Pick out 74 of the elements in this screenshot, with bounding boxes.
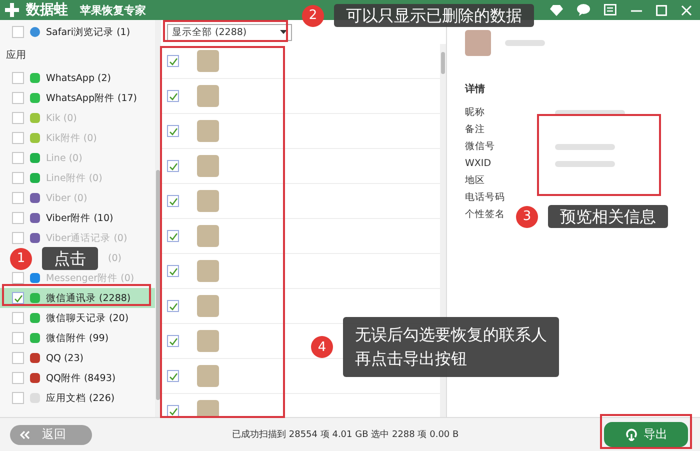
checkbox[interactable] <box>12 372 24 384</box>
checkbox[interactable] <box>167 370 179 382</box>
callout-tooltip: 可以只显示已删除的数据 <box>334 4 534 28</box>
field-label: WXID <box>465 158 492 169</box>
photo-placeholder <box>197 120 219 142</box>
dropdown-caret-icon <box>280 30 287 34</box>
filter-dropdown[interactable]: 显示全部 (2288) <box>167 24 292 40</box>
callout-tooltip: 预览相关信息 <box>548 205 668 228</box>
field-label: 微信号 <box>465 140 495 153</box>
photo-placeholder <box>465 30 491 56</box>
photo-placeholder <box>197 155 219 177</box>
callout-tooltip: 无误后勾选要恢复的联系人 再点击导出按钮 <box>343 317 559 377</box>
section-heading: 应用 <box>5 48 27 63</box>
sidebar-item[interactable]: Viber附件 (10) <box>0 208 155 228</box>
checkbox[interactable] <box>12 26 24 38</box>
photo-placeholder <box>197 260 219 282</box>
list-icon[interactable] <box>604 4 617 16</box>
chat-icon[interactable] <box>577 4 590 16</box>
photo-placeholder <box>197 85 219 107</box>
sidebar-item[interactable]: QQ附件 (8493) <box>0 368 155 388</box>
sidebar-item[interactable]: 微信聊天记录 (20) <box>0 308 155 328</box>
photo-placeholder <box>197 365 219 387</box>
diamond-icon[interactable] <box>550 4 563 16</box>
sidebar-item[interactable]: QQ (23) <box>0 348 155 368</box>
sidebar-item[interactable]: 应用文档 (226) <box>0 388 155 408</box>
photo-placeholder <box>197 330 219 352</box>
photo-placeholder <box>197 225 219 247</box>
checkbox[interactable] <box>167 195 179 207</box>
checkbox[interactable] <box>12 92 24 104</box>
export-icon <box>624 428 638 441</box>
checkbox[interactable] <box>12 332 24 344</box>
step-number-badge: 3 <box>516 206 538 228</box>
callout-tooltip: 点击 <box>42 247 98 270</box>
checkbox[interactable] <box>12 312 24 324</box>
scan-summary: 已成功扫描到 28554 项 4.01 GB 选中 2288 项 0.00 B <box>232 428 459 441</box>
checkbox[interactable] <box>12 292 24 304</box>
checkbox[interactable] <box>167 160 179 172</box>
sidebar-item[interactable]: WhatsApp (2) <box>0 68 155 88</box>
checkbox[interactable] <box>12 392 24 404</box>
double-chevron-left-icon <box>20 430 30 438</box>
checkbox[interactable] <box>167 230 179 242</box>
sidebar-item[interactable]: WhatsApp附件 (17) <box>0 88 155 108</box>
plus-logo-icon <box>4 2 20 18</box>
checkbox[interactable] <box>167 90 179 102</box>
checkbox[interactable] <box>167 265 179 277</box>
brand-name: 数据蛙 <box>26 1 68 19</box>
field-label: 地区 <box>465 174 485 187</box>
checkbox[interactable] <box>12 72 24 84</box>
photo-placeholder <box>197 295 219 317</box>
checkbox[interactable] <box>167 300 179 312</box>
checkbox[interactable] <box>12 212 24 224</box>
sidebar-item[interactable]: Safari浏览记录 (1) <box>0 22 155 42</box>
maximize-icon[interactable] <box>656 4 667 16</box>
field-label: 电话号码 <box>465 191 505 204</box>
checkbox[interactable] <box>167 55 179 67</box>
checkbox[interactable] <box>167 405 179 417</box>
window-title: 苹果恢复专家 <box>80 2 146 18</box>
checkbox[interactable] <box>167 335 179 347</box>
field-label: 备注 <box>465 123 485 136</box>
checkbox[interactable] <box>12 352 24 364</box>
blurred-text <box>505 40 545 46</box>
field-label: 昵称 <box>465 106 485 119</box>
export-button[interactable]: 导出 <box>604 422 688 447</box>
details-heading: 详情 <box>465 82 486 96</box>
close-icon[interactable] <box>681 4 692 16</box>
blurred-text <box>555 144 615 150</box>
photo-placeholder <box>197 400 219 417</box>
checkbox[interactable] <box>167 125 179 137</box>
sidebar-item[interactable]: 微信附件 (99) <box>0 328 155 348</box>
field-label: 个性签名 <box>465 208 505 221</box>
photo-placeholder <box>197 190 219 212</box>
step-number-badge: 4 <box>311 336 333 358</box>
photo-placeholder <box>197 50 219 72</box>
blurred-text <box>555 160 615 166</box>
